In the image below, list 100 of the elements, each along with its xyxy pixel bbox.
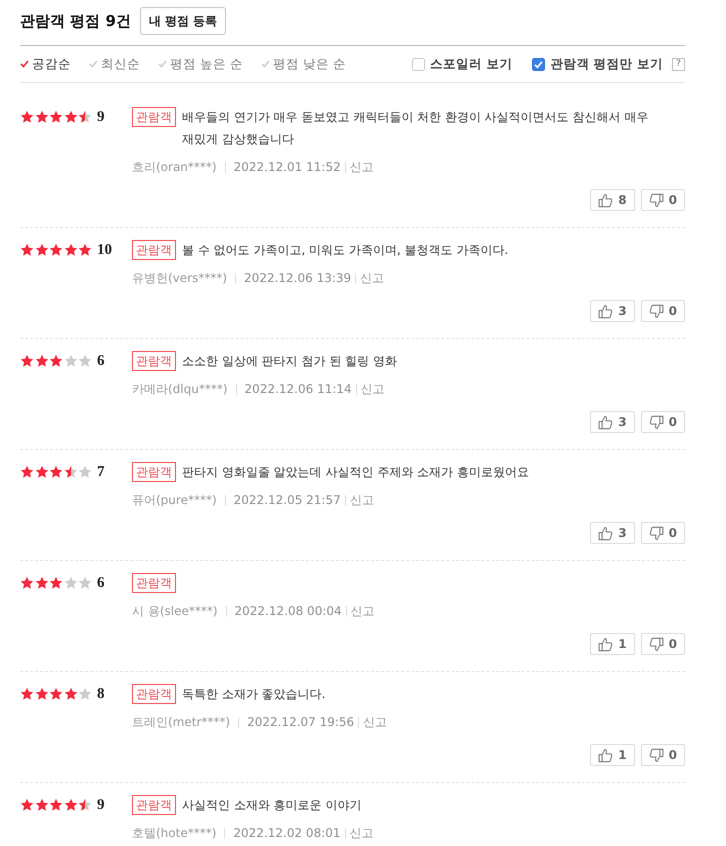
star-icon [49, 110, 63, 124]
star-icon [34, 243, 48, 257]
thumbs-down-icon [648, 304, 664, 318]
dislike-button[interactable]: 0 [640, 522, 685, 544]
check-icon [158, 60, 167, 68]
review-date: 2022.12.05 21:57 [234, 493, 341, 507]
check-icon [89, 60, 98, 68]
thumbs-up-icon [598, 304, 614, 318]
star-icon [64, 687, 78, 701]
like-button[interactable]: 3 [590, 300, 635, 322]
rating-score: 6 [97, 352, 104, 370]
dislike-button[interactable]: 0 [640, 300, 685, 322]
author-name: 시 용(slee****) [132, 602, 218, 620]
viewer-badge: 관람객 [132, 240, 176, 260]
author-name: 카메라(dlqu****) [132, 380, 228, 398]
filter-label[interactable]: 스포일러 보기 [430, 56, 512, 72]
review-text: 볼 수 없어도 가족이고, 미워도 가족이며, 불청객도 가족이다. [182, 242, 510, 259]
thumbs-up-icon [598, 636, 614, 652]
star-icon [64, 354, 78, 368]
viewer-badge: 관람객 [132, 351, 176, 371]
like-button[interactable]: 1 [590, 744, 635, 766]
star-icon [49, 576, 63, 590]
star-icon [64, 110, 78, 124]
rating-score: 8 [97, 686, 104, 702]
star-icon [49, 687, 63, 701]
review-date: 2022.12.06 11:14 [244, 382, 352, 396]
star-icon [34, 576, 48, 590]
thumbs-up-icon [598, 748, 614, 762]
author-name: 트레인(metr****) [132, 714, 230, 730]
star-icon [78, 576, 92, 590]
star-icon [20, 354, 34, 368]
sort-option[interactable]: 공감순 [20, 56, 71, 72]
review-text: 판타지 영화일줄 알았는데 사실적인 주제와 소재가 흥미로웠어요 [182, 464, 530, 481]
star-icon [34, 354, 48, 368]
review-text: 배우들의 연기가 매우 돋보였고 캐릭터들이 처한 환경이 사실적이면서도 참신해서 매우 재밌게 감상했습니다 [182, 109, 650, 148]
filter-label[interactable]: 관람객 평점만 보기 [550, 56, 663, 72]
checkbox[interactable] [532, 58, 546, 70]
like-button[interactable]: 3 [590, 411, 635, 433]
star-icon [34, 465, 48, 479]
thumbs-down-icon [648, 414, 664, 430]
rating-score: 9 [97, 796, 104, 814]
star-icon [20, 798, 34, 812]
dislike-button[interactable]: 0 [640, 411, 685, 433]
review-text: 소소한 일상에 판타지 첨가 된 힐링 영화 [182, 353, 398, 370]
thumbs-up-icon [598, 414, 614, 430]
viewer-badge: 관람객 [132, 462, 176, 482]
star-icon [20, 687, 34, 701]
viewer-badge: 관람객 [132, 573, 176, 593]
thumbs-down-icon [648, 636, 664, 652]
checkbox[interactable] [412, 58, 425, 70]
rating-score: 9 [97, 108, 104, 126]
star-icon [49, 243, 63, 257]
star-icon [78, 354, 92, 368]
rating-score: 6 [97, 574, 104, 592]
star-icon [34, 110, 48, 124]
dislike-button[interactable]: 0 [640, 189, 685, 211]
viewer-badge: 관람객 [132, 684, 176, 704]
thumbs-down-icon [648, 526, 664, 540]
author-name: 유병헌(vers****) [132, 270, 228, 286]
like-button[interactable]: 8 [590, 189, 635, 211]
star-icon [49, 798, 63, 812]
sort-option[interactable]: 평점 높은 순 [158, 56, 243, 72]
star-icon [78, 465, 92, 479]
star-icon [49, 465, 63, 479]
viewer-badge: 관람객 [132, 795, 176, 815]
thumbs-up-icon [598, 526, 614, 540]
review-date: 2022.12.06 13:39 [244, 271, 352, 285]
author-name: 흐리(oran****) [132, 158, 217, 176]
thumbs-down-icon [648, 748, 664, 762]
check-icon [260, 60, 270, 68]
author-name: 호텔(hote****) [132, 824, 216, 841]
review-date: 2022.12.08 00:04 [234, 604, 342, 618]
help-button[interactable]: ? [672, 58, 685, 70]
author-name: 퓨어(pure****) [132, 492, 217, 508]
star-icon [49, 354, 63, 368]
star-icon [78, 687, 92, 701]
star-icon [34, 687, 48, 701]
like-button[interactable]: 3 [590, 522, 635, 544]
review-text: 독특한 소재가 좋았습니다. [182, 686, 326, 703]
dislike-button[interactable]: 0 [640, 633, 685, 655]
half-star-icon [78, 798, 92, 812]
register-rating-button[interactable]: 내 평점 등록 [140, 7, 226, 35]
check-icon [20, 60, 29, 68]
star-icon [78, 243, 92, 257]
like-button[interactable]: 1 [590, 633, 635, 655]
star-icon [34, 798, 48, 812]
thumbs-down-icon [648, 192, 664, 208]
sort-option[interactable]: 평점 낮은 순 [260, 56, 346, 72]
star-icon [64, 798, 78, 812]
star-icon [20, 243, 34, 257]
sort-option[interactable]: 최신순 [89, 56, 140, 72]
star-icon [64, 243, 78, 257]
review-date: 2022.12.07 19:56 [247, 715, 354, 729]
rating-score: 7 [97, 464, 104, 480]
dislike-button[interactable]: 0 [640, 744, 685, 766]
half-star-icon [78, 110, 92, 124]
rating-score: 10 [97, 242, 112, 258]
section-title: 관람객 평점 9건 [20, 11, 131, 32]
viewer-badge: 관람객 [132, 107, 176, 127]
review-date: 2022.12.01 11:52 [234, 160, 341, 174]
